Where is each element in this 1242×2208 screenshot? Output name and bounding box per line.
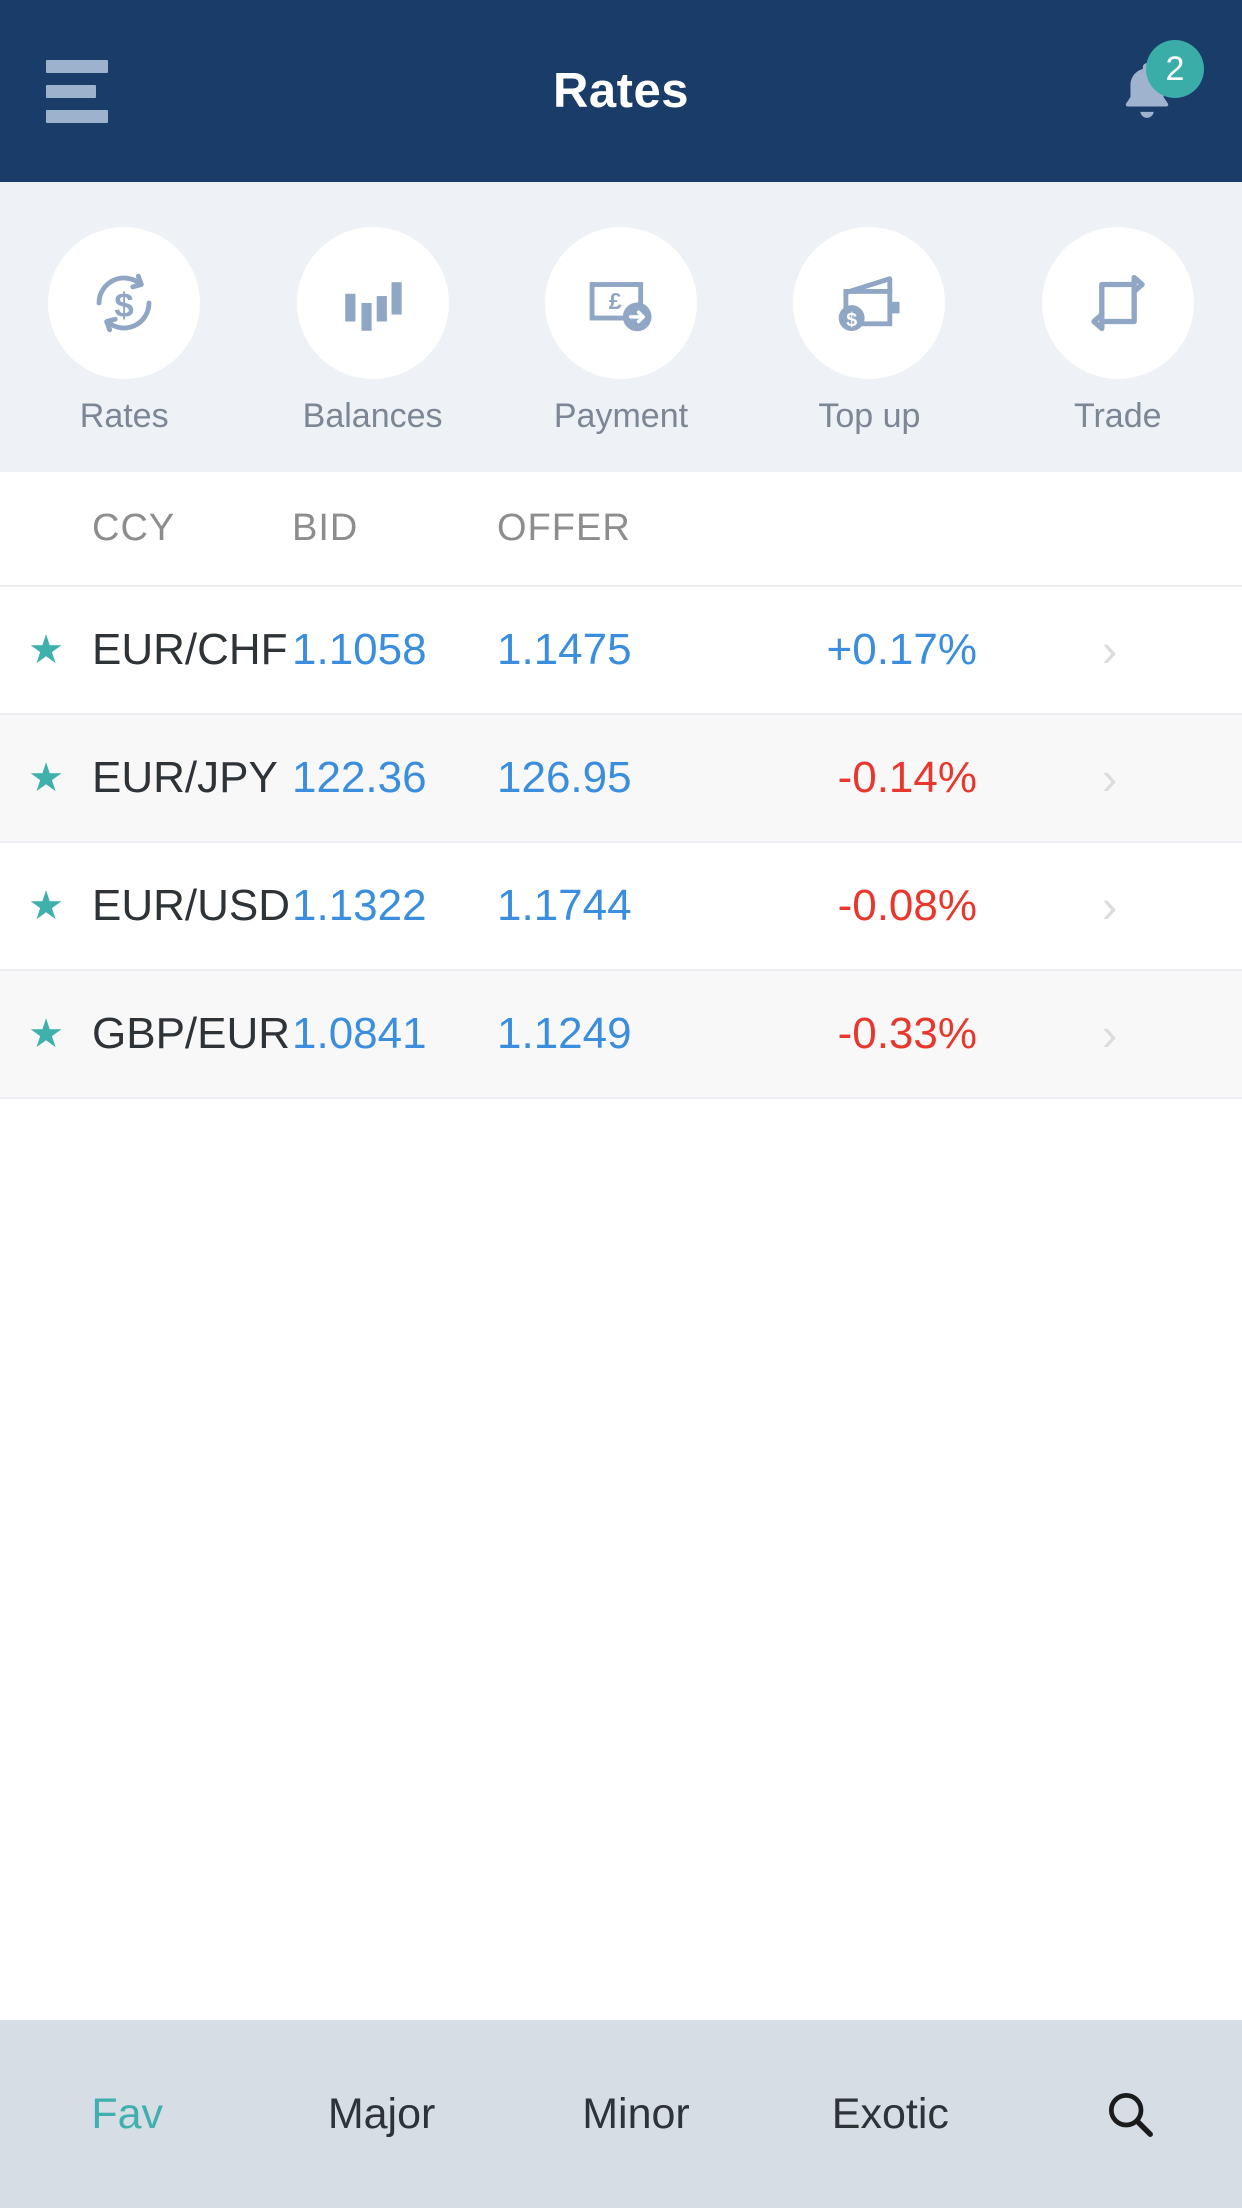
table-header-row: CCY BID OFFER (0, 472, 1242, 587)
quick-action-rates-circle: $ (48, 227, 201, 379)
favorite-star-button[interactable]: ★ (0, 630, 92, 670)
search-button[interactable] (1085, 2087, 1175, 2141)
header-offer: OFFER (497, 507, 631, 549)
row-bid: 1.1058 (292, 625, 427, 674)
tab-major[interactable]: Major (322, 2090, 442, 2139)
quick-action-topup[interactable]: $ Top up (776, 227, 962, 436)
quick-action-payment-label: Payment (553, 397, 689, 435)
row-change: +0.17% (826, 625, 977, 674)
notifications-button[interactable]: 2 (1104, 40, 1204, 134)
bottom-tab-bar: Fav Major Minor Exotic (0, 2020, 1242, 2208)
exchange-arrows-icon (1091, 274, 1145, 332)
wallet-dollar-icon: $ (839, 276, 900, 331)
row-ccy: EUR/JPY (92, 753, 278, 802)
hamburger-menu-icon[interactable] (46, 52, 124, 130)
row-bid: 122.36 (292, 753, 427, 802)
row-change: -0.14% (837, 753, 977, 802)
row-offer: 1.1249 (497, 1009, 632, 1058)
svg-text:$: $ (115, 287, 134, 325)
header-bid: BID (292, 507, 359, 549)
row-offer: 1.1744 (497, 881, 632, 930)
search-icon (1108, 2092, 1153, 2137)
banknote-pound-send-icon: £ (589, 282, 652, 332)
empty-list-area (0, 1099, 1242, 2020)
header-ccy: CCY (92, 507, 176, 549)
chevron-right-icon: › (1101, 1008, 1118, 1060)
table-row[interactable]: ★ EUR/JPY 122.36 126.95 -0.14% › (0, 715, 1242, 843)
favorite-star-button[interactable]: ★ (0, 1014, 92, 1054)
chevron-right-icon: › (1101, 624, 1118, 676)
row-detail-button[interactable]: › (977, 627, 1242, 673)
row-bid: 1.0841 (292, 1009, 427, 1058)
quick-action-payment-circle: £ (544, 227, 697, 379)
row-offer: 126.95 (497, 753, 632, 802)
rates-table: CCY BID OFFER ★ EUR/CHF 1.1058 1.1475 +0… (0, 472, 1242, 2020)
row-offer: 1.1475 (497, 625, 632, 674)
row-ccy: EUR/USD (92, 881, 291, 930)
rates-screen: Rates 2 $ Rates Balances £ Payment $ Top… (0, 0, 1242, 2208)
star-icon: ★ (28, 1012, 64, 1056)
svg-text:$: $ (847, 309, 858, 331)
row-detail-button[interactable]: › (977, 755, 1242, 801)
table-row[interactable]: ★ EUR/CHF 1.1058 1.1475 +0.17% › (0, 587, 1242, 715)
row-detail-button[interactable]: › (977, 883, 1242, 929)
chevron-right-icon: › (1101, 752, 1118, 804)
favorite-star-button[interactable]: ★ (0, 886, 92, 926)
row-ccy: EUR/CHF (92, 625, 288, 674)
chevron-right-icon: › (1101, 880, 1118, 932)
quick-action-rates[interactable]: $ Rates (31, 227, 217, 436)
quick-action-balances-label: Balances (302, 397, 443, 435)
tab-exotic[interactable]: Exotic (830, 2090, 950, 2139)
row-bid: 1.1322 (292, 881, 427, 930)
notification-badge: 2 (1146, 40, 1204, 98)
favorite-star-button[interactable]: ★ (0, 758, 92, 798)
quick-action-rates-label: Rates (79, 397, 169, 435)
quick-actions-bar: $ Rates Balances £ Payment $ Top up Trad… (0, 182, 1242, 472)
table-row[interactable]: ★ GBP/EUR 1.0841 1.1249 -0.33% › (0, 971, 1242, 1099)
tab-fav[interactable]: Fav (67, 2090, 187, 2139)
currency-refresh-icon: $ (96, 273, 152, 333)
star-icon: ★ (28, 628, 64, 672)
app-header: Rates 2 (0, 0, 1242, 182)
row-detail-button[interactable]: › (977, 1011, 1242, 1057)
quick-action-balances-circle (296, 227, 449, 379)
quick-action-balances[interactable]: Balances (280, 227, 466, 436)
quick-action-trade[interactable]: Trade (1025, 227, 1211, 436)
tab-minor[interactable]: Minor (576, 2090, 696, 2139)
row-change: -0.08% (837, 881, 977, 930)
page-title: Rates (553, 64, 689, 118)
star-icon: ★ (28, 884, 64, 928)
row-ccy: GBP/EUR (92, 1009, 291, 1058)
quick-action-trade-label: Trade (1073, 397, 1162, 435)
quick-action-topup-label: Top up (818, 397, 921, 435)
bar-chart-icon (344, 282, 402, 331)
svg-text:£: £ (609, 288, 622, 314)
star-icon: ★ (28, 756, 64, 800)
table-row[interactable]: ★ EUR/USD 1.1322 1.1744 -0.08% › (0, 843, 1242, 971)
quick-action-payment[interactable]: £ Payment (528, 227, 714, 436)
row-change: -0.33% (837, 1009, 977, 1058)
quick-action-trade-circle (1041, 227, 1194, 379)
quick-action-topup-circle: $ (793, 227, 946, 379)
